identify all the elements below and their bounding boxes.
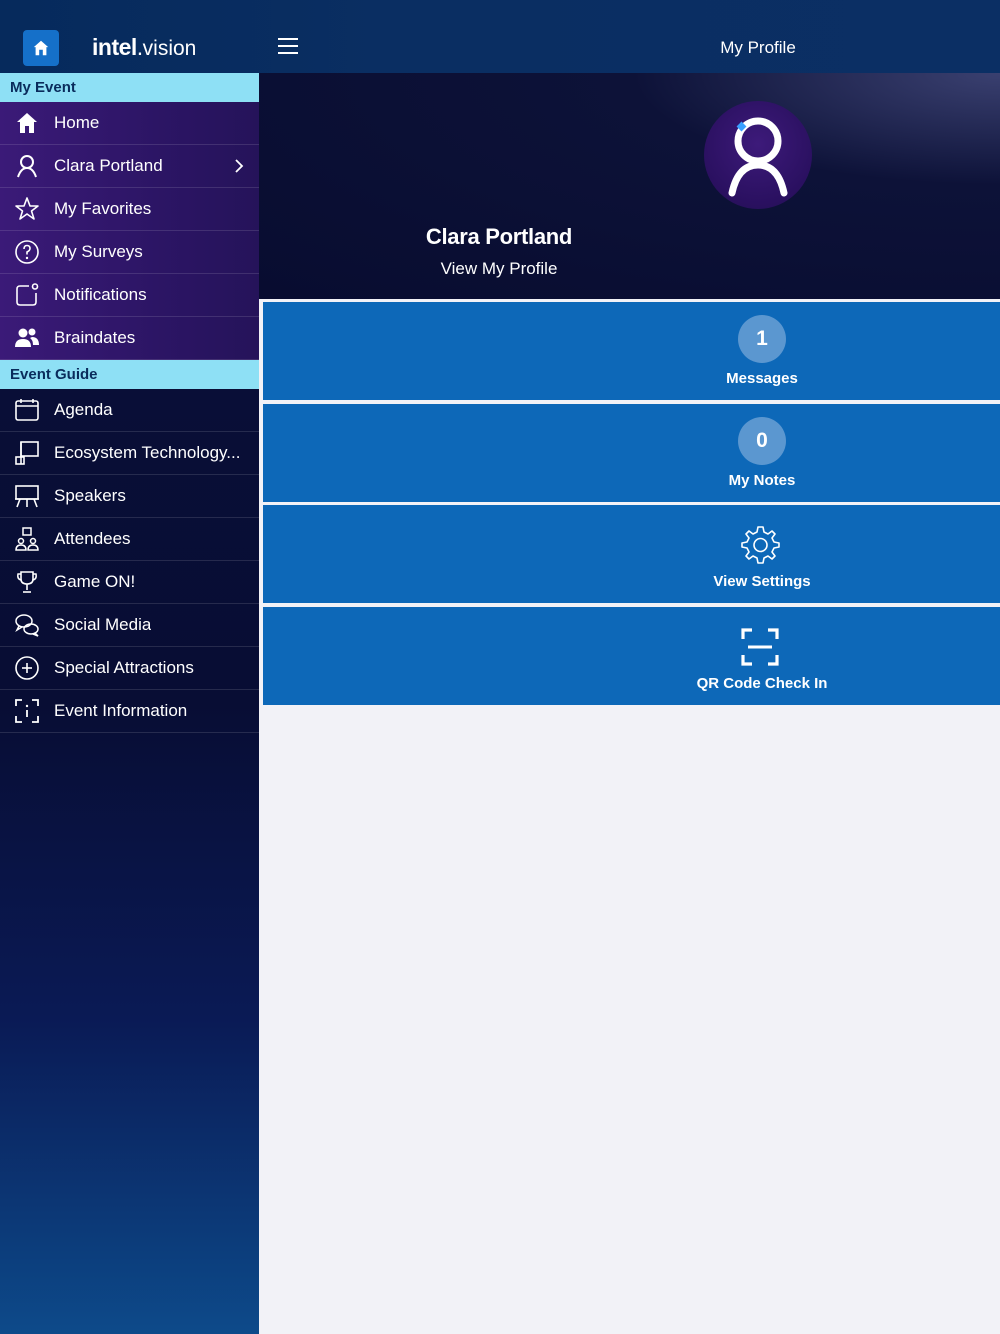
user-icon (728, 117, 788, 197)
my-notes-tile[interactable]: 0 My Notes (263, 404, 1000, 502)
sidebar-item-label: Event Information (54, 701, 188, 720)
chat-icon (0, 604, 54, 647)
view-profile-link[interactable]: View My Profile (0, 259, 998, 279)
logo-intel: intel (92, 34, 137, 60)
section-header-event-guide: Event Guide (0, 360, 259, 389)
people-icon (0, 317, 54, 360)
sidebar-item-label: Agenda (54, 400, 113, 419)
qr-scan-icon (741, 628, 779, 666)
tile-label: QR Code Check In (696, 675, 828, 692)
sidebar-item-label: Speakers (54, 486, 126, 505)
podium-icon (0, 475, 54, 518)
main-content: Clara Portland View My Profile 1 Message… (259, 73, 1000, 1334)
chevron-right-icon (235, 159, 244, 173)
sidebar-item-special-attractions[interactable]: Special Attractions (0, 647, 259, 690)
event-guide-group: Agenda Ecosystem Technology... Speakers … (0, 389, 259, 733)
sidebar-item-label: Social Media (54, 615, 152, 634)
sidebar-item-clara-portland[interactable]: Clara Portland (0, 145, 259, 188)
calendar-icon (0, 389, 54, 432)
tile-label: View Settings (713, 573, 811, 590)
sidebar-item-label: Clara Portland (54, 156, 163, 175)
page-title: My Profile (720, 38, 796, 57)
logo-vision: vision (142, 37, 197, 60)
sidebar-item-label: Notifications (54, 285, 147, 304)
booth-icon (0, 432, 54, 475)
view-settings-tile[interactable]: View Settings (263, 505, 1000, 603)
hamburger-menu-button[interactable] (278, 38, 299, 56)
notification-icon (0, 274, 54, 317)
sidebar-item-label: Attendees (54, 529, 131, 548)
sidebar-item-event-information[interactable]: Event Information (0, 690, 259, 733)
sidebar-item-social-media[interactable]: Social Media (0, 604, 259, 647)
attendees-icon (0, 518, 54, 561)
intel-vision-logo: intel.vision (92, 34, 196, 61)
messages-tile[interactable]: 1 Messages (263, 302, 1000, 400)
tile-label: My Notes (728, 472, 796, 489)
home-button[interactable] (23, 30, 59, 66)
profile-name: Clara Portland (425, 224, 573, 249)
home-icon (0, 102, 54, 145)
sidebar-item-label: Braindates (54, 328, 136, 347)
gear-icon (741, 526, 780, 564)
sidebar-item-game-on[interactable]: Game ON! (0, 561, 259, 604)
notes-count-badge: 0 (738, 417, 786, 465)
sidebar-item-label: Special Attractions (54, 658, 194, 677)
sidebar-item-ecosystem-technology[interactable]: Ecosystem Technology... (0, 432, 259, 475)
sidebar-item-braindates[interactable]: Braindates (0, 317, 259, 360)
sidebar-item-label: My Favorites (54, 199, 152, 218)
sidebar-item-home[interactable]: Home (0, 102, 259, 145)
messages-count-badge: 1 (738, 315, 786, 363)
sidebar-item-label: Game ON! (54, 572, 136, 591)
tile-label: Messages (726, 370, 798, 387)
avatar[interactable] (704, 101, 812, 209)
user-icon (0, 145, 54, 188)
info-frame-icon (0, 690, 54, 733)
sidebar-item-notifications[interactable]: Notifications (0, 274, 259, 317)
trophy-icon (0, 561, 54, 604)
plus-circle-icon (0, 647, 54, 690)
sidebar-item-label: Home (54, 113, 100, 132)
qr-code-check-in-tile[interactable]: QR Code Check In (263, 607, 1000, 705)
sidebar-item-label: Ecosystem Technology... (54, 443, 241, 462)
sidebar-item-agenda[interactable]: Agenda (0, 389, 259, 432)
top-bar: intel.vision My Profile (0, 0, 1000, 73)
home-icon (33, 40, 49, 56)
section-header-my-event: My Event (0, 73, 259, 102)
sidebar-item-speakers[interactable]: Speakers (0, 475, 259, 518)
sidebar-item-attendees[interactable]: Attendees (0, 518, 259, 561)
